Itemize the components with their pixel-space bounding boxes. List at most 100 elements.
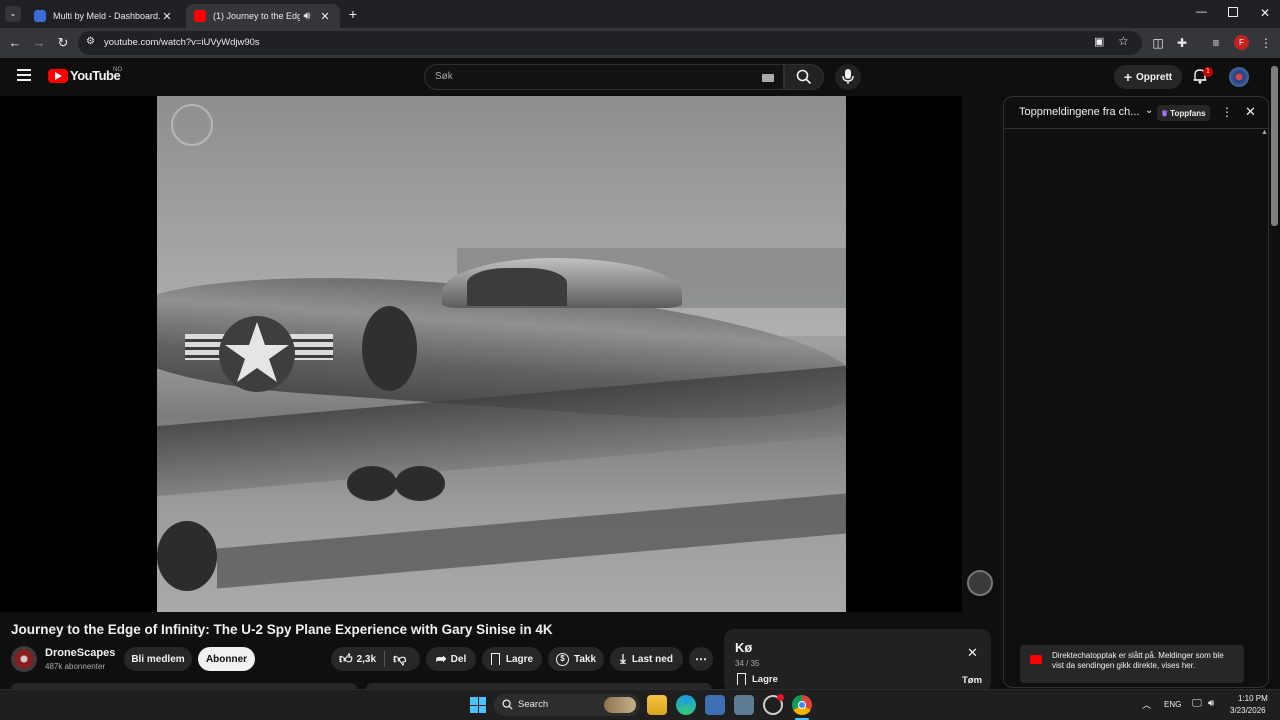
download-button[interactable]: ⤓ Last ned [610,647,683,671]
chat-title[interactable]: Toppmeldingene fra ch... [1019,106,1139,118]
app-window-icon[interactable] [705,695,725,715]
search-icon [796,69,812,85]
page-scrollbar[interactable] [1271,66,1278,226]
join-label: Bli medlem [131,653,185,665]
search-placeholder: Søk [435,71,453,82]
file-explorer-icon[interactable] [647,695,667,715]
youtube-header: YouTube NO Søk + Opprett 1 [0,58,1280,96]
extensions-icon[interactable]: ✚ [1174,35,1190,51]
meld-favicon-icon [34,10,46,22]
media-control-icon[interactable]: ≡ [1208,35,1224,51]
create-label: Opprett [1136,71,1173,83]
windows-start-icon[interactable] [470,697,486,713]
save-button[interactable]: Lagre [482,647,542,671]
close-tab-icon[interactable]: ✕ [160,10,174,23]
tab-groups-icon[interactable]: ◫ [1150,35,1166,51]
notification-count-badge: 1 [1203,67,1213,77]
network-icon[interactable]: 🖵 [1192,698,1202,709]
search-button[interactable] [784,64,824,90]
queue-save-button[interactable]: Lagre [737,673,778,685]
restore-window-button[interactable] [1228,7,1238,17]
browser-toolbar: ← → ↻ ⚙ youtube.com/watch?v=iUVyWdjw90s … [0,28,1280,58]
more-actions-button[interactable]: ⋯ [689,647,713,671]
tab-title: Multi by Meld - Dashboard. [53,11,160,21]
queue-panel: Kø 34 / 35 ✕ Lagre Tøm [724,629,991,693]
input-language[interactable]: ENG [1164,700,1181,709]
keyboard-icon[interactable] [762,74,774,82]
profile-avatar[interactable]: F [1234,35,1249,50]
account-avatar[interactable] [1229,67,1249,87]
voice-search-button[interactable] [835,64,861,90]
like-dislike-group: 👍︎ 2,3k 👎︎ [331,647,420,671]
chevron-down-icon[interactable]: ⌄ [1145,105,1153,116]
more-options-icon[interactable]: ⋮ [1221,105,1233,119]
close-chat-icon[interactable]: ✕ [1245,104,1256,120]
share-button[interactable]: ➦ Del [426,647,476,671]
app-launcher-icon[interactable] [734,695,754,715]
like-count: 2,3k [356,653,377,665]
chrome-taskbar-icon[interactable] [792,695,812,715]
queue-title: Kø [735,640,753,655]
app-badge-dot [777,694,784,701]
chat-scrollbar[interactable]: ▲ [1261,129,1268,685]
queue-save-label: Lagre [752,673,778,685]
channel-watermark-icon [171,104,213,146]
channel-avatar[interactable] [11,646,37,672]
subscribe-button[interactable]: Abonner [198,647,255,671]
share-arrow-icon: ➦ [435,651,447,666]
bookmark-icon [490,653,500,665]
channel-branding-icon[interactable] [967,570,993,596]
tab-search-button[interactable]: ⌄ [5,6,21,22]
landing-gear [347,466,397,501]
video-player[interactable] [0,96,993,612]
clock-time[interactable]: 1:10 PM [1238,694,1268,703]
scroll-up-arrow-icon[interactable]: ▲ [1261,129,1268,136]
forward-arrow-icon[interactable]: → [30,34,48,52]
search-icon [502,699,513,710]
share-label: Del [450,653,467,665]
url-text[interactable]: youtube.com/watch?v=iUVyWdjw90s [104,37,260,48]
reload-icon[interactable]: ↻ [54,34,72,52]
youtube-notice-icon [1030,655,1042,664]
bookmark-star-icon[interactable]: ☆ [1118,34,1129,48]
video-title: Journey to the Edge of Infinity: The U-2… [11,622,553,637]
address-bar[interactable]: ⚙ youtube.com/watch?v=iUVyWdjw90s ▣ ☆ [78,31,1142,55]
show-hidden-icons[interactable]: ︿ [1142,698,1151,711]
region-code: NO [113,67,122,73]
badge-label: Toppfans [1170,108,1206,118]
edge-browser-icon[interactable] [676,695,696,715]
tab-multi-dashboard[interactable]: Multi by Meld - Dashboard. ✕ [26,4,182,28]
close-queue-icon[interactable]: ✕ [967,645,978,661]
close-tab-icon[interactable]: ✕ [318,10,332,23]
thanks-button[interactable]: $ Takk [548,647,604,671]
windows-taskbar: Search ︿ ENG 🖵 🔊︎ 1:10 PM 3/23/2026 [0,689,1280,720]
minimize-window-button[interactable]: — [1196,6,1210,18]
top-fans-badge: ♛ Toppfans [1157,105,1210,121]
youtube-logo[interactable]: YouTube [48,68,121,83]
youtube-favicon-icon [194,10,206,22]
install-app-icon[interactable]: ▣ [1094,35,1104,48]
volume-icon[interactable]: 🔊︎ [1208,698,1214,709]
tab-youtube-video[interactable]: (1) Journey to the Edge of I 🔊︎ ✕ [186,4,340,28]
crown-icon: ♛ [1161,108,1169,118]
like-button[interactable]: 👍︎ 2,3k [331,651,376,667]
back-arrow-icon[interactable]: ← [6,34,24,52]
thumbs-down-icon[interactable]: 👎︎ [393,651,406,667]
channel-name[interactable]: DroneScapes [45,647,115,659]
join-button[interactable]: Bli medlem [124,647,192,671]
close-window-button[interactable]: ✕ [1260,6,1270,20]
hamburger-menu-icon[interactable] [17,69,31,81]
create-button[interactable]: + Opprett [1114,65,1182,89]
taskbar-search-box[interactable]: Search [494,694,640,716]
site-info-icon[interactable]: ⚙ [86,36,95,47]
clock-date[interactable]: 3/23/2026 [1230,706,1266,715]
new-tab-button[interactable]: + [346,6,360,22]
speaker-icon[interactable]: 🔊︎ [300,10,314,23]
clear-queue-button[interactable]: Tøm [962,675,982,686]
taskbar-search-label: Search [518,699,549,710]
more-horizontal-icon: ⋯ [695,652,707,666]
video-frame[interactable] [157,96,846,612]
download-icon: ⤓ [620,651,626,666]
search-input[interactable]: Søk [424,64,784,90]
chrome-menu-icon[interactable]: ⋮ [1258,35,1274,51]
